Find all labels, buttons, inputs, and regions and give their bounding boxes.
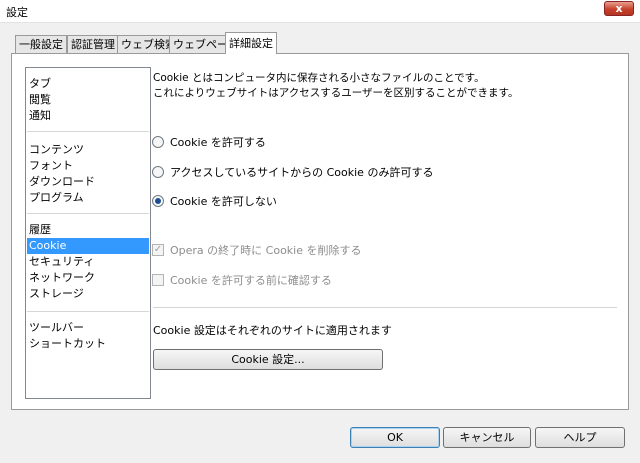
category-separator xyxy=(27,131,149,132)
category-item-notifications[interactable]: 通知 xyxy=(27,108,149,124)
close-button[interactable]: x xyxy=(604,1,634,16)
cookie-settings-button[interactable]: Cookie 設定... xyxy=(153,349,383,370)
tab-authentication[interactable]: 認証管理 xyxy=(67,35,119,53)
category-item-content[interactable]: コンテンツ xyxy=(27,142,149,158)
close-icon: x xyxy=(615,2,623,15)
category-item-toolbars[interactable]: ツールバー xyxy=(27,320,149,336)
radio-label-allow-cookies[interactable]: Cookie を許可する xyxy=(170,134,266,150)
radio-block-cookies[interactable] xyxy=(152,195,164,207)
category-separator xyxy=(27,213,149,214)
radio-selected-dot xyxy=(155,198,161,204)
category-list[interactable]: タブ 閲覧 通知 コンテンツ フォント ダウンロード プログラム 履歴 Cook… xyxy=(25,67,151,399)
category-item-programs[interactable]: プログラム xyxy=(27,190,149,206)
checkbox-label-delete-on-exit: Opera の終了時に Cookie を削除する xyxy=(170,244,362,257)
cookie-settings-note: Cookie 設定はそれぞれのサイトに適用されます xyxy=(153,324,392,337)
help-button[interactable]: ヘルプ xyxy=(535,427,625,448)
category-item-storage[interactable]: ストレージ xyxy=(27,286,149,302)
category-item-tabs[interactable]: タブ xyxy=(27,76,149,92)
category-item-fonts[interactable]: フォント xyxy=(27,158,149,174)
section-divider xyxy=(153,307,617,308)
category-separator xyxy=(27,311,149,312)
radio-label-block-cookies[interactable]: Cookie を許可しない xyxy=(170,193,277,209)
radio-allow-cookies[interactable] xyxy=(152,136,164,148)
title-bar: 設定 x xyxy=(0,0,640,23)
category-item-browsing[interactable]: 閲覧 xyxy=(27,92,149,108)
ok-button[interactable]: OK xyxy=(350,427,440,448)
tab-general[interactable]: 一般設定 xyxy=(15,35,67,53)
checkbox-delete-on-exit[interactable]: ✓ xyxy=(152,244,164,256)
cookie-description-line1: Cookie とはコンピュータ内に保存される小さなファイルのことです。 xyxy=(153,72,485,84)
category-item-network[interactable]: ネットワーク xyxy=(27,270,149,286)
radio-allow-visited-site-cookies[interactable] xyxy=(152,166,164,178)
category-item-downloads[interactable]: ダウンロード xyxy=(27,174,149,190)
window-title: 設定 xyxy=(6,6,28,19)
category-item-security[interactable]: セキュリティ xyxy=(27,254,149,270)
checkbox-confirm-before-allow[interactable] xyxy=(152,274,164,286)
cookie-description-line2: これによりウェブサイトはアクセスするユーザーを区別することができます。 xyxy=(153,87,519,99)
cancel-button[interactable]: キャンセル xyxy=(443,427,531,448)
category-item-cookie[interactable]: Cookie xyxy=(27,238,149,254)
advanced-tab-panel: タブ 閲覧 通知 コンテンツ フォント ダウンロード プログラム 履歴 Cook… xyxy=(11,53,629,410)
tab-advanced[interactable]: 詳細設定 xyxy=(225,32,277,54)
checkbox-label-confirm-before-allow: Cookie を許可する前に確認する xyxy=(170,274,332,287)
category-item-history[interactable]: 履歴 xyxy=(27,222,149,238)
category-item-shortcuts[interactable]: ショートカット xyxy=(27,336,149,352)
radio-label-allow-visited-site-cookies[interactable]: アクセスしているサイトからの Cookie のみ許可する xyxy=(170,164,433,180)
